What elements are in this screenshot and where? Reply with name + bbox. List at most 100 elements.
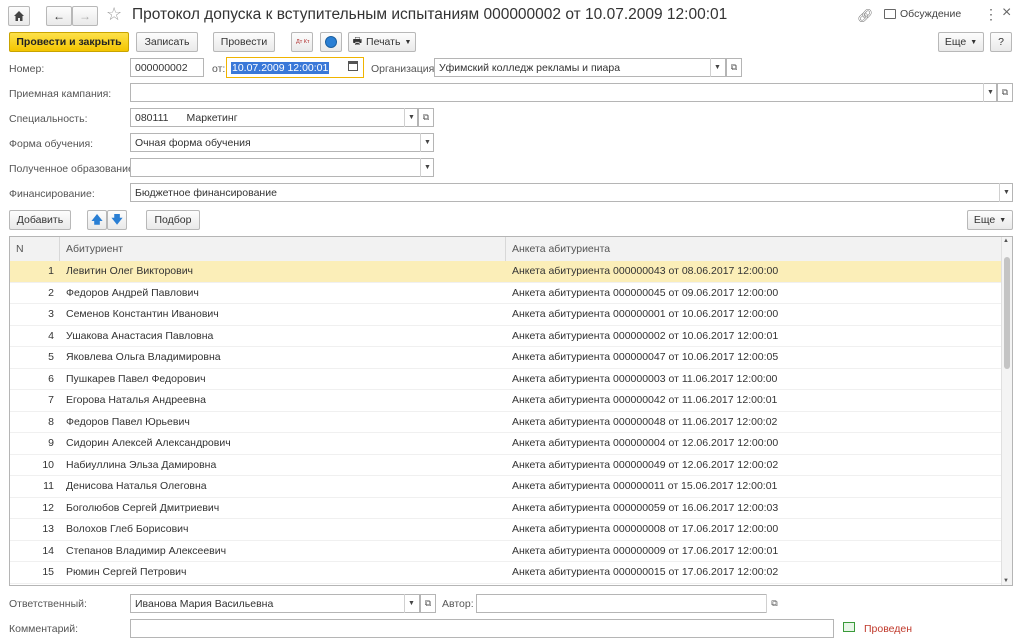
responsible-open-icon[interactable]: ⧉ [420, 594, 436, 613]
financing-dropdown[interactable]: ▼ [999, 183, 1013, 202]
row-questionnaire: Анкета абитуриента 000000045 от 09.06.20… [512, 286, 779, 299]
report-button[interactable] [320, 32, 342, 52]
row-questionnaire: Анкета абитуриента 000000049 от 12.06.20… [512, 458, 779, 471]
row-applicant: Яковлева Ольга Владимировна [66, 351, 221, 363]
home-button[interactable] [8, 6, 30, 26]
help-button[interactable]: ? [990, 32, 1012, 52]
author-field[interactable] [476, 594, 782, 613]
study-form-field[interactable]: Очная форма обучения [130, 133, 434, 152]
row-applicant: Степанов Владимир Алексеевич [66, 544, 227, 557]
organization-dropdown[interactable]: ▼ [710, 58, 724, 77]
scroll-up-arrow[interactable]: ▲ [1003, 238, 1009, 244]
study-form-label: Форма обучения: [9, 138, 94, 150]
dt-kt-button[interactable]: Дт Кт [291, 32, 313, 52]
header-number[interactable]: N [10, 237, 60, 261]
chevron-down-icon: ▼ [404, 38, 412, 46]
table-row[interactable]: 2 Федоров Андрей Павлович Анкета абитуриен… [10, 283, 1003, 304]
close-icon[interactable]: × [1002, 4, 1011, 22]
specialty-field[interactable]: 080111 Маркетинг [130, 108, 418, 127]
more-button[interactable]: Еще ▼ [938, 32, 984, 52]
responsible-field[interactable]: Иванова Мария Васильевна [130, 594, 420, 613]
row-applicant: Ушакова Анастасия Павловна [66, 329, 214, 342]
calendar-icon[interactable] [348, 61, 358, 71]
table-row[interactable]: 9 Сидорин Алексей Александрович Анкета аби… [10, 433, 1003, 455]
post-and-close-button[interactable]: Провести и закрыть [9, 32, 129, 52]
row-questionnaire: Анкета абитуриента 000000043 от 08.06.20… [512, 265, 779, 277]
arrow-left-icon: ← [53, 9, 65, 23]
row-applicant: Семенов Константин Иванович [66, 308, 219, 320]
date-field[interactable]: 10.07.2009 12:00:01 [226, 57, 364, 78]
table-more-label: Еще [973, 214, 996, 226]
row-applicant: Пушкарев Павел Федорович [66, 372, 206, 385]
table-row[interactable]: 1 Левитин Олег Викторович Анкета абитуриен… [10, 261, 1003, 283]
row-number: 13 [42, 523, 54, 535]
responsible-dropdown[interactable]: ▼ [404, 594, 418, 613]
table-row[interactable]: 12 Боголюбов Сергей Дмитриевич Анкета абит… [10, 498, 1003, 519]
move-up-button[interactable]: 🡅 [87, 210, 107, 230]
financing-label: Финансирование: [9, 188, 95, 200]
more-menu-icon[interactable]: ⋮ [984, 6, 998, 23]
study-form-dropdown[interactable]: ▼ [420, 133, 434, 152]
save-button[interactable]: Записать [136, 32, 198, 52]
table-row[interactable]: 13 Волохов Глеб Борисович Анкета абитуриен… [10, 519, 1003, 541]
table-more-button[interactable]: Еще ▼ [967, 210, 1013, 230]
row-applicant: Боголюбов Сергей Дмитриевич [66, 501, 220, 514]
row-questionnaire: Анкета абитуриента 000000002 от 10.06.20… [512, 329, 779, 342]
specialty-open-icon[interactable]: ⧉ [418, 108, 434, 127]
row-applicant: Денисова Наталья Олеговна [66, 480, 207, 492]
arrow-right-icon: → [79, 9, 91, 23]
more-label: Еще [944, 36, 967, 48]
table-row[interactable]: 14 Степанов Владимир Алексеевич Анкета аби… [10, 541, 1003, 562]
campaign-dropdown[interactable]: ▼ [983, 83, 997, 102]
back-button[interactable]: ← [46, 6, 72, 26]
table-row[interactable]: 4 Ушакова Анастасия Павловна Анкета абитур… [10, 326, 1003, 347]
specialty-dropdown[interactable]: ▼ [404, 108, 418, 127]
table-row[interactable]: 15 Рюмин Сергей Петрович Анкета абитуриент… [10, 562, 1003, 584]
favorite-star-icon[interactable]: ☆ [106, 4, 122, 25]
organization-field[interactable]: Уфимский колледж рекламы и пиара [434, 58, 726, 77]
header-applicant[interactable]: Абитуриент [60, 237, 506, 261]
discussion-button[interactable]: Обсуждение [884, 8, 961, 20]
print-button[interactable]: 🖶︎ Печать ▼ [348, 32, 416, 52]
table-row[interactable]: 10 Набиуллина Эльза Дамировна Анкета абиту… [10, 455, 1003, 476]
date-label: от: [212, 63, 226, 75]
comment-field[interactable] [130, 619, 834, 638]
table-scrollbar[interactable]: ▲ ▼ [1001, 237, 1012, 585]
table-row[interactable]: 3 Семенов Константин Иванович Анкета абиту… [10, 304, 1003, 326]
scroll-thumb[interactable] [1004, 257, 1010, 369]
table-row[interactable]: 7 Егорова Наталья Андреевна Анкета абитури… [10, 390, 1003, 412]
campaign-open-icon[interactable]: ⧉ [997, 83, 1013, 102]
pick-button[interactable]: Подбор [146, 210, 200, 230]
row-applicant: Федоров Андрей Павлович [66, 286, 199, 299]
table-row[interactable]: 11 Денисова Наталья Олеговна Анкета абитур… [10, 476, 1003, 498]
author-open-icon[interactable]: ⧉ [766, 594, 782, 613]
link-icon[interactable]: 🔗︎ [857, 8, 874, 24]
scroll-down-arrow[interactable]: ▼ [1003, 578, 1009, 584]
number-field[interactable]: 000000002 [130, 58, 204, 77]
row-applicant: Егорова Наталья Андреевна [66, 394, 206, 406]
add-button[interactable]: Добавить [9, 210, 71, 230]
row-number: 15 [42, 566, 54, 578]
education-dropdown[interactable]: ▼ [420, 158, 434, 177]
table-row[interactable]: 8 Федоров Павел Юрьевич Анкета абитуриента… [10, 412, 1003, 433]
row-number: 12 [42, 501, 54, 514]
post-button[interactable]: Провести [213, 32, 275, 52]
forward-button[interactable]: → [72, 6, 98, 26]
specialty-label: Специальность: [9, 113, 88, 125]
organization-open-icon[interactable]: ⧉ [726, 58, 742, 77]
move-down-button[interactable]: 🡇 [107, 210, 127, 230]
row-questionnaire: Анкета абитуриента 000000009 от 17.06.20… [512, 544, 779, 557]
campaign-field[interactable] [130, 83, 997, 102]
row-questionnaire: Анкета абитуриента 000000059 от 16.06.20… [512, 501, 779, 514]
row-questionnaire: Анкета абитуриента 000000015 от 17.06.20… [512, 566, 779, 578]
home-icon [14, 11, 24, 21]
education-field[interactable] [130, 158, 434, 177]
table-row[interactable]: 6 Пушкарев Павел Федорович Анкета абитурие… [10, 369, 1003, 390]
posted-status[interactable]: Проведен [864, 623, 912, 635]
row-applicant: Левитин Олег Викторович [66, 265, 194, 277]
table-row[interactable]: 5 Яковлева Ольга Владимировна Анкета абиту… [10, 347, 1003, 369]
header-questionnaire[interactable]: Анкета абитуриента [506, 237, 1003, 261]
date-value: 10.07.2009 12:00:01 [231, 61, 330, 74]
row-applicant: Набиуллина Эльза Дамировна [66, 458, 217, 471]
financing-field[interactable]: Бюджетное финансирование [130, 183, 1013, 202]
